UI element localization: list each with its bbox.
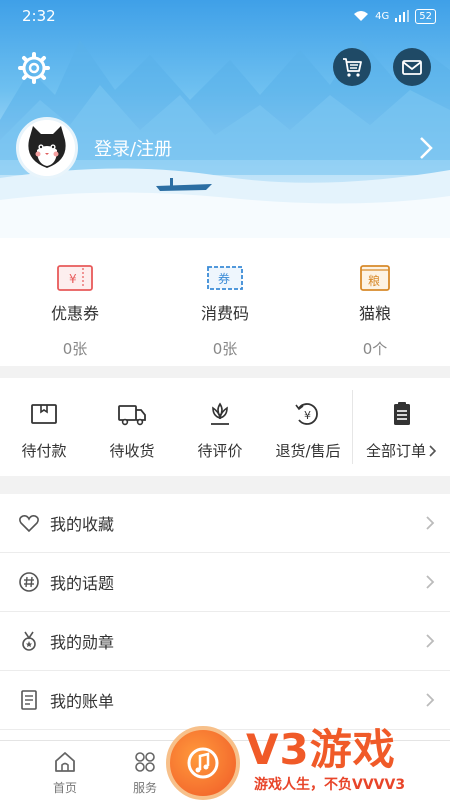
order-label: 待付款 [21,442,67,460]
shopping-cart-icon [343,58,362,77]
order-refund-after-sale[interactable]: ¥ 退货/售后 [264,378,352,476]
menu-list: 我的收藏 我的话题 我的勋章 我的账单 [0,494,450,740]
asset-voucher-code[interactable]: 券 消费码 0张 [150,238,300,366]
menu-item-topics[interactable]: 我的话题 [0,553,450,612]
asset-coupon[interactable]: ¥ 优惠券 0张 [0,238,150,366]
coupon-icon-glyph: ¥ [69,272,77,286]
refund-icon: ¥ [295,403,318,425]
bill-icon [21,690,37,710]
gear-icon [18,52,50,84]
flower-review-icon [211,402,229,425]
asset-cat-food[interactable]: 粮 猫粮 0个 [300,238,450,366]
chevron-right-icon [429,444,437,457]
assets-section: ¥ 优惠券 0张 券 消费码 0张 粮 猫粮 0个 [0,238,450,366]
signal-label: 4G [375,10,390,22]
menu-item-favorites[interactable]: 我的收藏 [0,494,450,553]
order-pending-receipt[interactable]: 待收货 [88,378,176,476]
truck-icon [118,405,146,426]
order-pending-review[interactable]: 待评价 [176,378,264,476]
all-orders-text: 全部订单 [365,442,426,460]
signal-icon [395,10,410,22]
login-register-link[interactable]: 登录/注册 [94,135,416,161]
asset-value: 0个 [362,340,388,358]
settings-button[interactable] [16,50,52,86]
heart-icon [19,515,39,533]
chevron-right-icon [426,634,435,648]
watermark-title: V3游戏 [246,725,396,774]
orders-section: 待付款 待收货 待评价 ¥ 退货/售后 全部订单 [0,378,450,476]
voucher-code-icon: 券 [207,266,243,290]
order-pending-payment[interactable]: 待付款 [0,378,88,476]
asset-label: 猫粮 [358,304,391,323]
chevron-right-icon [426,516,435,530]
voucher-icon-glyph: 券 [218,271,230,286]
nav-label: 服务 [132,781,157,795]
music-note-icon [187,747,219,779]
svg-text:¥: ¥ [304,409,311,422]
order-label: 待评价 [197,442,243,460]
asset-label: 消费码 [200,304,249,323]
messages-button[interactable] [393,48,431,86]
status-bar: 2:32 4G 52 [0,0,450,32]
wifi-icon [354,11,369,21]
login-row[interactable]: 登录/注册 [16,116,436,180]
status-indicators: 4G 52 [353,8,436,24]
cat-avatar-icon [19,120,75,176]
asset-value: 0张 [62,340,88,358]
mail-icon [402,60,422,75]
all-orders-button[interactable]: 全部订单 [352,390,450,464]
nav-home[interactable]: 首页 [25,741,105,800]
avatar[interactable] [16,117,78,179]
wallet-icon [31,404,57,424]
home-icon [55,752,75,772]
chevron-right-icon [420,137,433,159]
asset-label: 优惠券 [50,304,99,323]
clipboard-icon [393,402,410,425]
watermark-overlay: V3游戏 游戏人生，不负VVVV3 [166,712,450,800]
order-label: 待收货 [109,442,155,460]
medal-icon [22,631,36,651]
menu-label: 我的收藏 [50,515,115,534]
cat-food-icon-glyph: 粮 [368,273,380,288]
all-orders-label: 全部订单 [366,440,437,461]
asset-value: 0张 [212,340,238,358]
battery-indicator: 52 [415,8,436,24]
coupon-icon: ¥ [57,265,93,291]
menu-label: 我的话题 [50,574,115,593]
cart-button[interactable] [333,48,371,86]
hashtag-icon [19,572,39,592]
nav-label: 首页 [52,781,77,795]
profile-header: 2:32 4G 52 登录/注册 [0,0,450,238]
menu-label: 我的勋章 [50,633,115,652]
menu-item-medals[interactable]: 我的勋章 [0,612,450,671]
order-label: 退货/售后 [275,442,341,460]
status-time: 2:32 [22,7,56,25]
cat-food-icon: 粮 [360,265,390,291]
watermark-slogan: 游戏人生，不负VVVV3 [254,777,406,793]
menu-label: 我的账单 [50,692,115,711]
grid-icon [135,752,155,772]
chevron-right-icon [426,693,435,707]
watermark-logo [166,726,240,800]
chevron-right-icon [426,575,435,589]
